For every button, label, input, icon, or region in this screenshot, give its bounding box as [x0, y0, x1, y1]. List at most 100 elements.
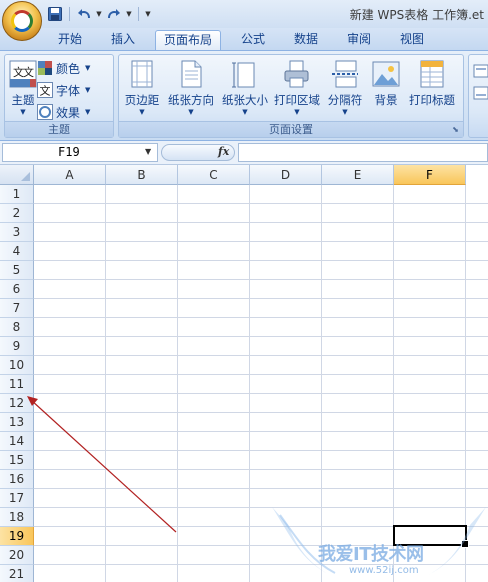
name-box[interactable]: F19 — [2, 143, 158, 162]
tab-review[interactable]: 审阅 — [339, 30, 379, 50]
insert-function-icon[interactable]: fx — [218, 145, 229, 158]
theme-group: 主题 ▼ 文文 颜色 ▼ 文 字体 ▼ 效果 ▼ 主题 — [4, 54, 114, 138]
theme-button-label: 主题 — [11, 93, 35, 107]
row-header[interactable]: 6 — [0, 280, 34, 299]
column-header-f[interactable]: F — [394, 165, 466, 185]
formula-bar: F19 ▼ fx — [0, 141, 488, 165]
spreadsheet-grid: A B C D E F 1 2 3 4 5 6 7 8 9 10 11 12 1… — [0, 165, 488, 582]
tab-view[interactable]: 视图 — [392, 30, 432, 50]
dialog-launcher-icon[interactable]: ⬊ — [451, 125, 460, 134]
font-icon: 文 — [37, 82, 53, 98]
colors-button[interactable]: 颜色 ▼ — [37, 58, 90, 78]
undo-dropdown-icon[interactable]: ▼ — [95, 10, 103, 18]
column-header-a[interactable]: A — [34, 165, 106, 185]
print-area-label: 打印区域 — [274, 93, 320, 107]
breaks-icon — [332, 60, 358, 88]
effects-icon — [37, 104, 53, 120]
row-header-selected[interactable]: 19 — [0, 527, 34, 546]
background-button[interactable]: 背景 — [369, 59, 403, 119]
tab-home[interactable]: 开始 — [50, 30, 90, 50]
column-header-c[interactable]: C — [178, 165, 250, 185]
row-header[interactable]: 5 — [0, 261, 34, 280]
row-header[interactable]: 7 — [0, 299, 34, 318]
chevron-down-icon: ▼ — [85, 86, 91, 94]
save-icon[interactable] — [46, 5, 64, 23]
office-menu-button[interactable] — [2, 1, 42, 41]
redo-icon[interactable] — [105, 5, 123, 23]
row-header[interactable]: 15 — [0, 451, 34, 470]
palette-icon — [38, 61, 52, 75]
page-setup-group: 页边距 ▼ 纸张方向 ▼ 纸张大小 ▼ 打印区域 ▼ 分隔符 ▼ 背景 打印标题… — [118, 54, 464, 138]
select-all-button[interactable] — [0, 165, 34, 185]
undo-icon[interactable] — [75, 5, 93, 23]
office-logo-icon — [11, 10, 33, 32]
row-header[interactable]: 10 — [0, 356, 34, 375]
margins-label: 页边距 — [124, 93, 160, 107]
window-title: 新建 WPS表格 工作簿.et — [349, 8, 484, 22]
tab-data[interactable]: 数据 — [286, 30, 326, 50]
effects-button[interactable]: 效果 ▼ — [37, 102, 90, 122]
row-header[interactable]: 2 — [0, 204, 34, 223]
toolbar-separator — [69, 7, 70, 21]
background-image-icon — [372, 61, 400, 87]
orientation-label: 纸张方向 — [168, 93, 214, 107]
ribbon-panel: 主题 ▼ 文文 颜色 ▼ 文 字体 ▼ 效果 ▼ 主题 页边距 ▼ 纸张方向 ▼… — [0, 50, 488, 141]
toolbar-separator — [138, 7, 139, 21]
print-area-button[interactable]: 打印区域 ▼ — [272, 59, 322, 119]
scale-icon[interactable] — [473, 85, 488, 101]
fonts-button[interactable]: 文 字体 ▼ — [37, 80, 90, 100]
paper-size-icon — [232, 62, 255, 88]
row-header[interactable]: 13 — [0, 413, 34, 432]
row-header[interactable]: 12 — [0, 394, 34, 413]
margins-icon — [131, 60, 153, 88]
svg-text:文: 文 — [40, 84, 51, 98]
chevron-down-icon: ▼ — [242, 108, 248, 116]
orientation-button[interactable]: 纸张方向 ▼ — [165, 59, 217, 119]
next-group-partial — [468, 54, 488, 138]
fonts-label: 字体 — [56, 83, 81, 98]
row-header[interactable]: 16 — [0, 470, 34, 489]
row-header[interactable]: 17 — [0, 489, 34, 508]
column-header-b[interactable]: B — [106, 165, 178, 185]
page-setup-group-label: 页面设置 — [119, 121, 463, 137]
chevron-down-icon: ▼ — [139, 108, 145, 116]
effects-label: 效果 — [56, 105, 81, 120]
theme-group-label: 主题 — [5, 121, 113, 137]
margins-button[interactable]: 页边距 ▼ — [121, 59, 163, 119]
chevron-down-icon: ▼ — [20, 108, 26, 116]
row-header[interactable]: 3 — [0, 223, 34, 242]
row-header[interactable]: 21 — [0, 565, 34, 582]
chevron-down-icon[interactable]: ▼ — [145, 147, 151, 156]
breaks-label: 分隔符 — [327, 93, 363, 107]
tab-insert[interactable]: 插入 — [103, 30, 143, 50]
row-header[interactable]: 9 — [0, 337, 34, 356]
chevron-down-icon: ▼ — [294, 108, 300, 116]
print-titles-button[interactable]: 打印标题 — [406, 59, 458, 119]
watermark-text: 我爱IT技术网 — [318, 544, 424, 565]
row-header[interactable]: 1 — [0, 185, 34, 204]
row-header[interactable]: 4 — [0, 242, 34, 261]
watermark-url: www.52ij.com — [349, 565, 419, 576]
print-titles-label: 打印标题 — [409, 93, 455, 107]
tab-page-layout[interactable]: 页面布局 — [155, 30, 222, 50]
row-header[interactable]: 14 — [0, 432, 34, 451]
cell-grid[interactable] — [34, 185, 488, 582]
row-header[interactable]: 11 — [0, 375, 34, 394]
row-header[interactable]: 18 — [0, 508, 34, 527]
formula-input[interactable] — [238, 143, 488, 162]
redo-dropdown-icon[interactable]: ▼ — [125, 10, 133, 18]
row-header[interactable]: 20 — [0, 546, 34, 565]
column-header-e[interactable]: E — [322, 165, 394, 185]
customize-toolbar-icon[interactable]: ▼ — [144, 10, 152, 18]
row-header[interactable]: 8 — [0, 318, 34, 337]
background-label: 背景 — [374, 93, 398, 107]
print-titles-icon — [420, 60, 444, 88]
paper-size-label: 纸张大小 — [222, 93, 268, 107]
chevron-down-icon: ▼ — [342, 108, 348, 116]
column-header-d[interactable]: D — [250, 165, 322, 185]
chevron-down-icon: ▼ — [188, 108, 194, 116]
paper-size-button[interactable]: 纸张大小 ▼ — [219, 59, 271, 119]
tab-formulas[interactable]: 公式 — [233, 30, 273, 50]
scale-icon[interactable] — [473, 63, 488, 79]
breaks-button[interactable]: 分隔符 ▼ — [323, 59, 367, 119]
